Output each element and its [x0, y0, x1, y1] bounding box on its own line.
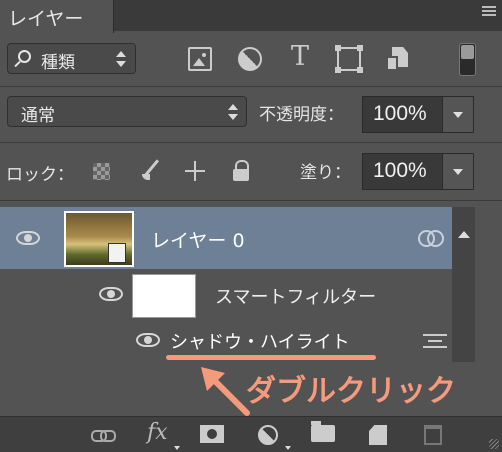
new-adjustment-layer-icon[interactable] [258, 425, 278, 445]
resize-grip-icon[interactable] [489, 439, 499, 449]
bottom-toolbar: fx [0, 416, 502, 452]
panel-menu-icon[interactable] [482, 6, 496, 18]
annotation-underline [166, 355, 376, 360]
filter-toggle-icon[interactable] [459, 43, 476, 76]
new-layer-icon[interactable] [369, 425, 387, 445]
opacity-value[interactable]: 100% [373, 102, 427, 126]
lock-image-pixels-icon[interactable] [140, 160, 162, 182]
layer-row[interactable]: レイヤー 0 [0, 207, 475, 269]
filter-bar: 種類 T [0, 33, 502, 85]
blend-mode-label: 通常 [21, 106, 55, 126]
fill-label: 塗り： [300, 163, 351, 183]
updown-icon [228, 104, 238, 120]
fill-field[interactable]: 100% [362, 153, 474, 190]
filter-kind-select[interactable]: 種類 [7, 43, 136, 74]
image-filter-icon[interactable] [188, 47, 212, 71]
smart-filters-label[interactable]: スマートフィルター [215, 283, 376, 309]
delete-layer-icon[interactable] [424, 425, 442, 445]
divider [0, 142, 502, 143]
annotation-text: ダブルクリック [246, 374, 456, 409]
updown-icon [116, 51, 126, 67]
opacity-field[interactable]: 100% [362, 96, 474, 133]
type-filter-icon[interactable]: T [288, 43, 312, 70]
blending-options-icon[interactable] [418, 228, 446, 250]
filter-name-shadow-highlight[interactable]: シャドウ・ハイライト [170, 328, 350, 354]
lock-position-icon[interactable] [184, 160, 206, 182]
smart-filter-mask-thumbnail[interactable] [132, 274, 196, 318]
lock-label: ロック： [6, 165, 74, 185]
panel-header: レイヤー [0, 0, 502, 33]
scroll-up-icon[interactable] [458, 231, 470, 238]
shape-filter-icon[interactable] [335, 45, 363, 73]
link-layers-icon[interactable] [91, 425, 116, 445]
chevron-down-icon[interactable] [442, 97, 473, 132]
divider [0, 200, 502, 201]
add-mask-icon[interactable] [200, 425, 224, 443]
filter-kind-label: 種類 [41, 53, 75, 73]
layer-style-icon[interactable]: fx [147, 420, 169, 445]
tab-label: レイヤー [8, 8, 84, 30]
layer-thumbnail[interactable] [64, 211, 134, 267]
lock-all-icon[interactable] [231, 160, 253, 182]
chevron-down-icon [285, 446, 291, 450]
visibility-eye-icon[interactable] [136, 333, 160, 347]
fill-value[interactable]: 100% [373, 159, 427, 183]
divider [0, 86, 502, 87]
search-icon [18, 50, 31, 63]
blend-mode-select[interactable]: 通常 [7, 96, 247, 127]
smart-object-badge-icon [108, 243, 126, 263]
smart-object-filter-icon[interactable] [386, 47, 410, 71]
visibility-eye-icon[interactable] [16, 231, 40, 245]
visibility-eye-icon[interactable] [99, 287, 123, 301]
new-group-icon[interactable] [311, 421, 335, 442]
lock-transparent-pixels-icon[interactable] [93, 163, 110, 180]
tab-layers[interactable]: レイヤー [0, 0, 114, 33]
opacity-label: 不透明度： [259, 105, 344, 125]
layer-name[interactable]: レイヤー 0 [151, 226, 245, 253]
chevron-down-icon [174, 446, 180, 450]
adjustment-filter-icon[interactable] [238, 47, 262, 71]
filter-blending-options-icon[interactable] [423, 331, 447, 351]
scrollbar[interactable] [452, 207, 475, 362]
chevron-down-icon[interactable] [442, 154, 473, 189]
